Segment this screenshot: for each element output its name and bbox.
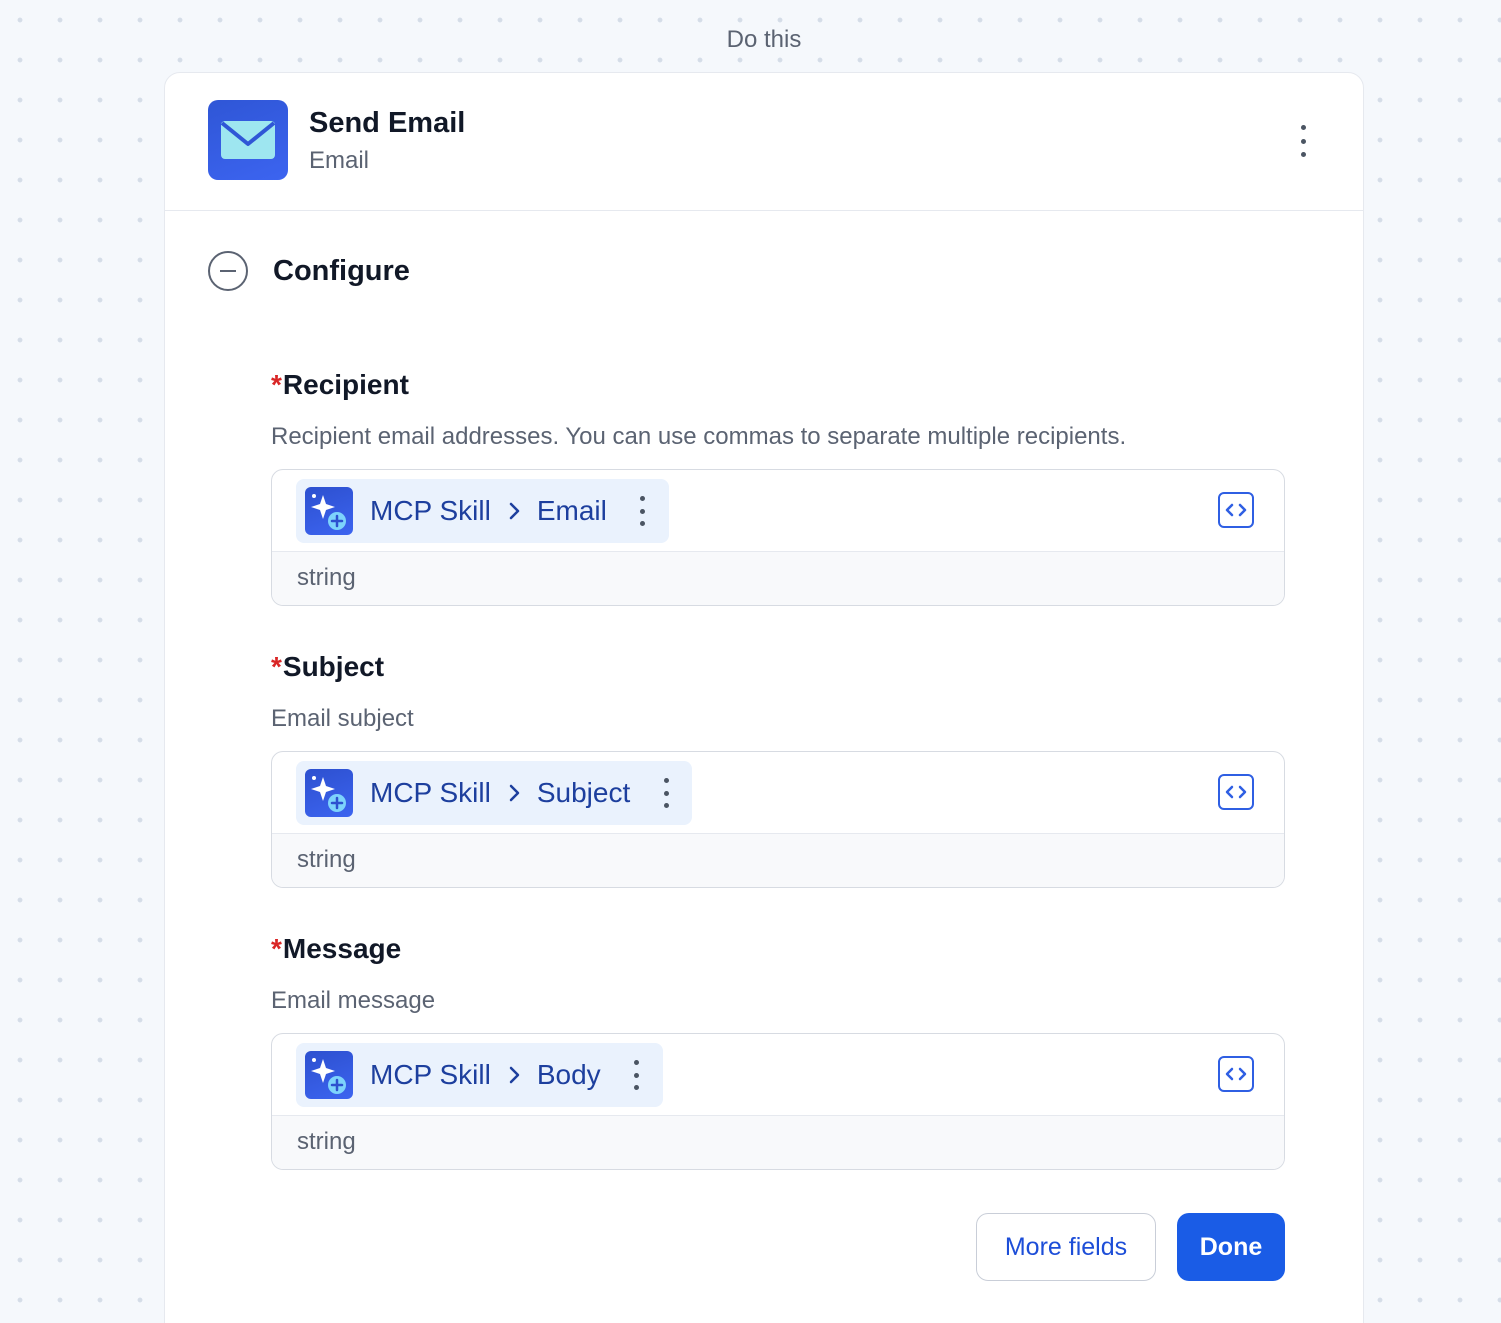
code-icon[interactable] (1218, 1056, 1254, 1092)
field-input-box[interactable]: MCP Skill Body string (271, 1033, 1285, 1170)
chevron-right-icon (509, 495, 521, 527)
pill-value: Body (536, 1059, 601, 1090)
pill-source: MCP Skill (370, 777, 491, 808)
field-label: *Recipient (271, 369, 1285, 401)
action-app-name: Email (309, 147, 370, 174)
chevron-right-icon (509, 1059, 521, 1091)
field-input-box[interactable]: MCP Skill Subject string (271, 751, 1285, 888)
field-label-text: Message (282, 933, 402, 964)
field-subject: *Subject Email subject MCP Skill Subject… (271, 651, 1285, 888)
section-title: Configure (273, 254, 410, 287)
pill-source: MCP Skill (370, 495, 491, 526)
step-label: Do this (726, 26, 802, 53)
collapse-icon[interactable] (208, 251, 248, 291)
field-type: string (272, 834, 1284, 887)
mapped-value-pill[interactable]: MCP Skill Body (296, 1043, 663, 1107)
field-label: *Subject (271, 651, 1285, 683)
pill-value: Email (536, 495, 607, 526)
action-card: Send Email Email Configure *Recipient Re… (164, 72, 1364, 1323)
field-label-text: Recipient (282, 369, 409, 400)
more-fields-button[interactable]: More fields (976, 1213, 1156, 1281)
field-type: string (272, 552, 1284, 605)
required-mark: * (271, 933, 282, 964)
sparkle-plus-icon (305, 769, 353, 817)
field-type: string (272, 1116, 1284, 1169)
mapped-value-pill[interactable]: MCP Skill Subject (296, 761, 693, 825)
sparkle-plus-icon (305, 487, 353, 535)
done-button[interactable]: Done (1177, 1213, 1285, 1281)
pill-options-icon[interactable] (662, 778, 670, 808)
mapped-value-pill[interactable]: MCP Skill Email (296, 479, 669, 543)
code-icon[interactable] (1218, 492, 1254, 528)
pill-options-icon[interactable] (639, 496, 647, 526)
field-label: *Message (271, 933, 1285, 965)
field-message: *Message Email message MCP Skill Body st… (271, 933, 1285, 1170)
pill-source: MCP Skill (370, 1059, 491, 1090)
field-label-text: Subject (282, 651, 385, 682)
pill-value: Subject (536, 777, 631, 808)
sparkle-plus-icon (305, 1051, 353, 1099)
card-header: Send Email Email (165, 73, 1363, 211)
envelope-icon (208, 100, 288, 180)
field-recipient: *Recipient Recipient email addresses. Yo… (271, 369, 1285, 606)
chevron-right-icon (509, 777, 521, 809)
field-input-box[interactable]: MCP Skill Email string (271, 469, 1285, 606)
action-title: Send Email (309, 107, 466, 139)
field-description: Email message (271, 987, 436, 1014)
code-icon[interactable] (1218, 774, 1254, 810)
required-mark: * (271, 369, 282, 400)
more-options-icon[interactable] (1293, 125, 1313, 157)
pill-options-icon[interactable] (633, 1060, 641, 1090)
required-mark: * (271, 651, 282, 682)
field-description: Recipient email addresses. You can use c… (271, 423, 1127, 450)
field-description: Email subject (271, 705, 414, 732)
configure-section-header: Configure (208, 251, 410, 291)
